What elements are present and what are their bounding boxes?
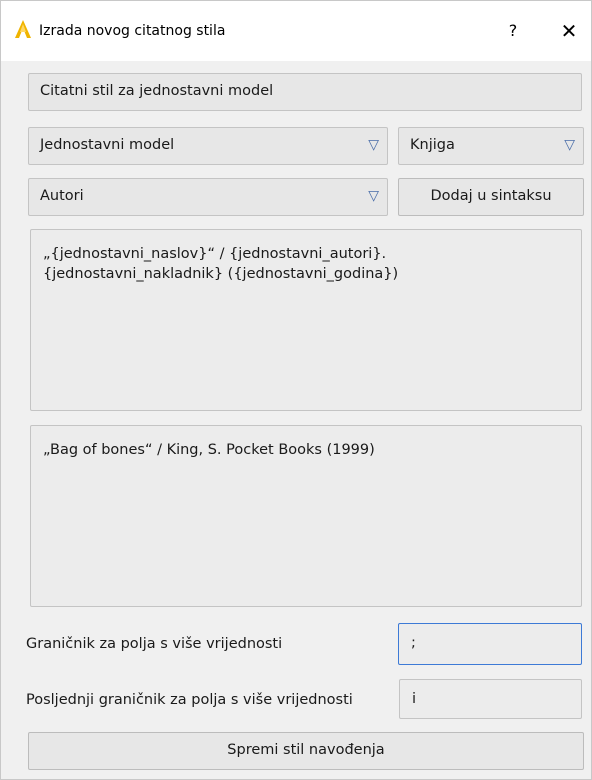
window-title: Izrada novog citatnog stila xyxy=(39,23,226,39)
preview-text: „Bag of bones“ / King, S. Pocket Books (… xyxy=(43,442,375,458)
help-button[interactable]: ? xyxy=(495,15,531,47)
field-select[interactable]: Autori ▽ xyxy=(28,178,388,216)
field-select-value: Autori xyxy=(40,188,84,204)
separator-input[interactable]: ; xyxy=(398,623,582,665)
separator-label: Graničnik za polja s više vrijednosti xyxy=(26,636,283,652)
type-select[interactable]: Knjiga ▽ xyxy=(398,127,584,165)
syntax-line-2: {jednostavni_nakladnik} ({jednostavni_go… xyxy=(43,266,399,282)
syntax-editor[interactable]: „{jednostavni_naslov}“ / {jednostavni_au… xyxy=(30,229,582,411)
type-select-value: Knjiga xyxy=(410,137,455,153)
title-bar: Izrada novog citatnog stila ? ✕ xyxy=(1,1,591,61)
last-separator-value: i xyxy=(412,691,417,707)
last-separator-input[interactable]: i xyxy=(399,679,582,719)
style-name-field[interactable]: Citatni stil za jednostavni model xyxy=(28,73,582,111)
save-style-button[interactable]: Spremi stil navođenja xyxy=(28,732,584,770)
add-to-syntax-button[interactable]: Dodaj u sintaksu xyxy=(398,178,584,216)
model-select-value: Jednostavni model xyxy=(40,137,175,153)
chevron-down-icon: ▽ xyxy=(368,188,379,204)
style-name-value: Citatni stil za jednostavni model xyxy=(40,83,274,99)
chevron-down-icon: ▽ xyxy=(368,137,379,153)
app-logo-icon xyxy=(15,20,31,38)
close-button[interactable]: ✕ xyxy=(549,15,589,47)
syntax-line-1: „{jednostavni_naslov}“ / {jednostavni_au… xyxy=(43,246,387,262)
preview-box: „Bag of bones“ / King, S. Pocket Books (… xyxy=(30,425,582,607)
chevron-down-icon: ▽ xyxy=(564,137,575,153)
model-select[interactable]: Jednostavni model ▽ xyxy=(28,127,388,165)
last-separator-label: Posljednji graničnik za polja s više vri… xyxy=(26,692,353,708)
separator-value: ; xyxy=(411,635,416,651)
dialog-window: Izrada novog citatnog stila ? ✕ Citatni … xyxy=(0,0,592,780)
